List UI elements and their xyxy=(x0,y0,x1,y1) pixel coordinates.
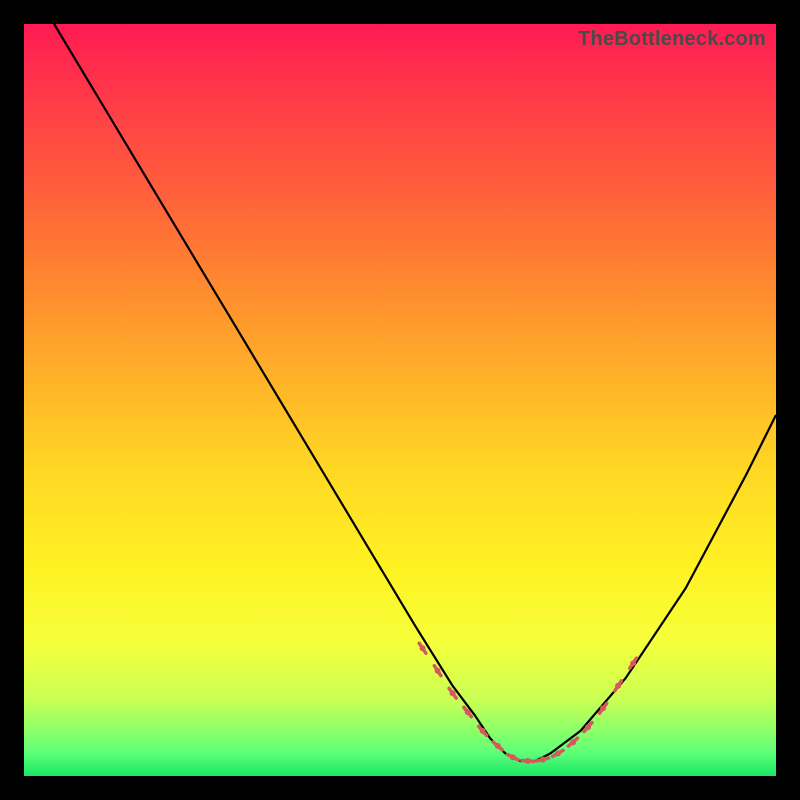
marker-dot xyxy=(480,728,486,734)
marker-dot xyxy=(585,724,591,730)
marker-dot xyxy=(495,743,501,749)
marker-dot xyxy=(540,757,546,763)
marker-dot xyxy=(435,668,441,674)
chart-area: TheBottleneck.com xyxy=(24,24,776,776)
marker-dot xyxy=(555,750,561,756)
marker-dot xyxy=(615,683,621,689)
marker-dot xyxy=(510,754,516,760)
marker-dot xyxy=(630,660,636,666)
marker-dot xyxy=(420,645,426,651)
plot-svg xyxy=(24,24,776,776)
marker-dot xyxy=(525,758,531,764)
marker-dot xyxy=(570,739,576,745)
marker-dot xyxy=(450,690,456,696)
marker-dot xyxy=(600,705,606,711)
marker-dot xyxy=(465,709,471,715)
bottleneck-curve xyxy=(54,24,776,761)
